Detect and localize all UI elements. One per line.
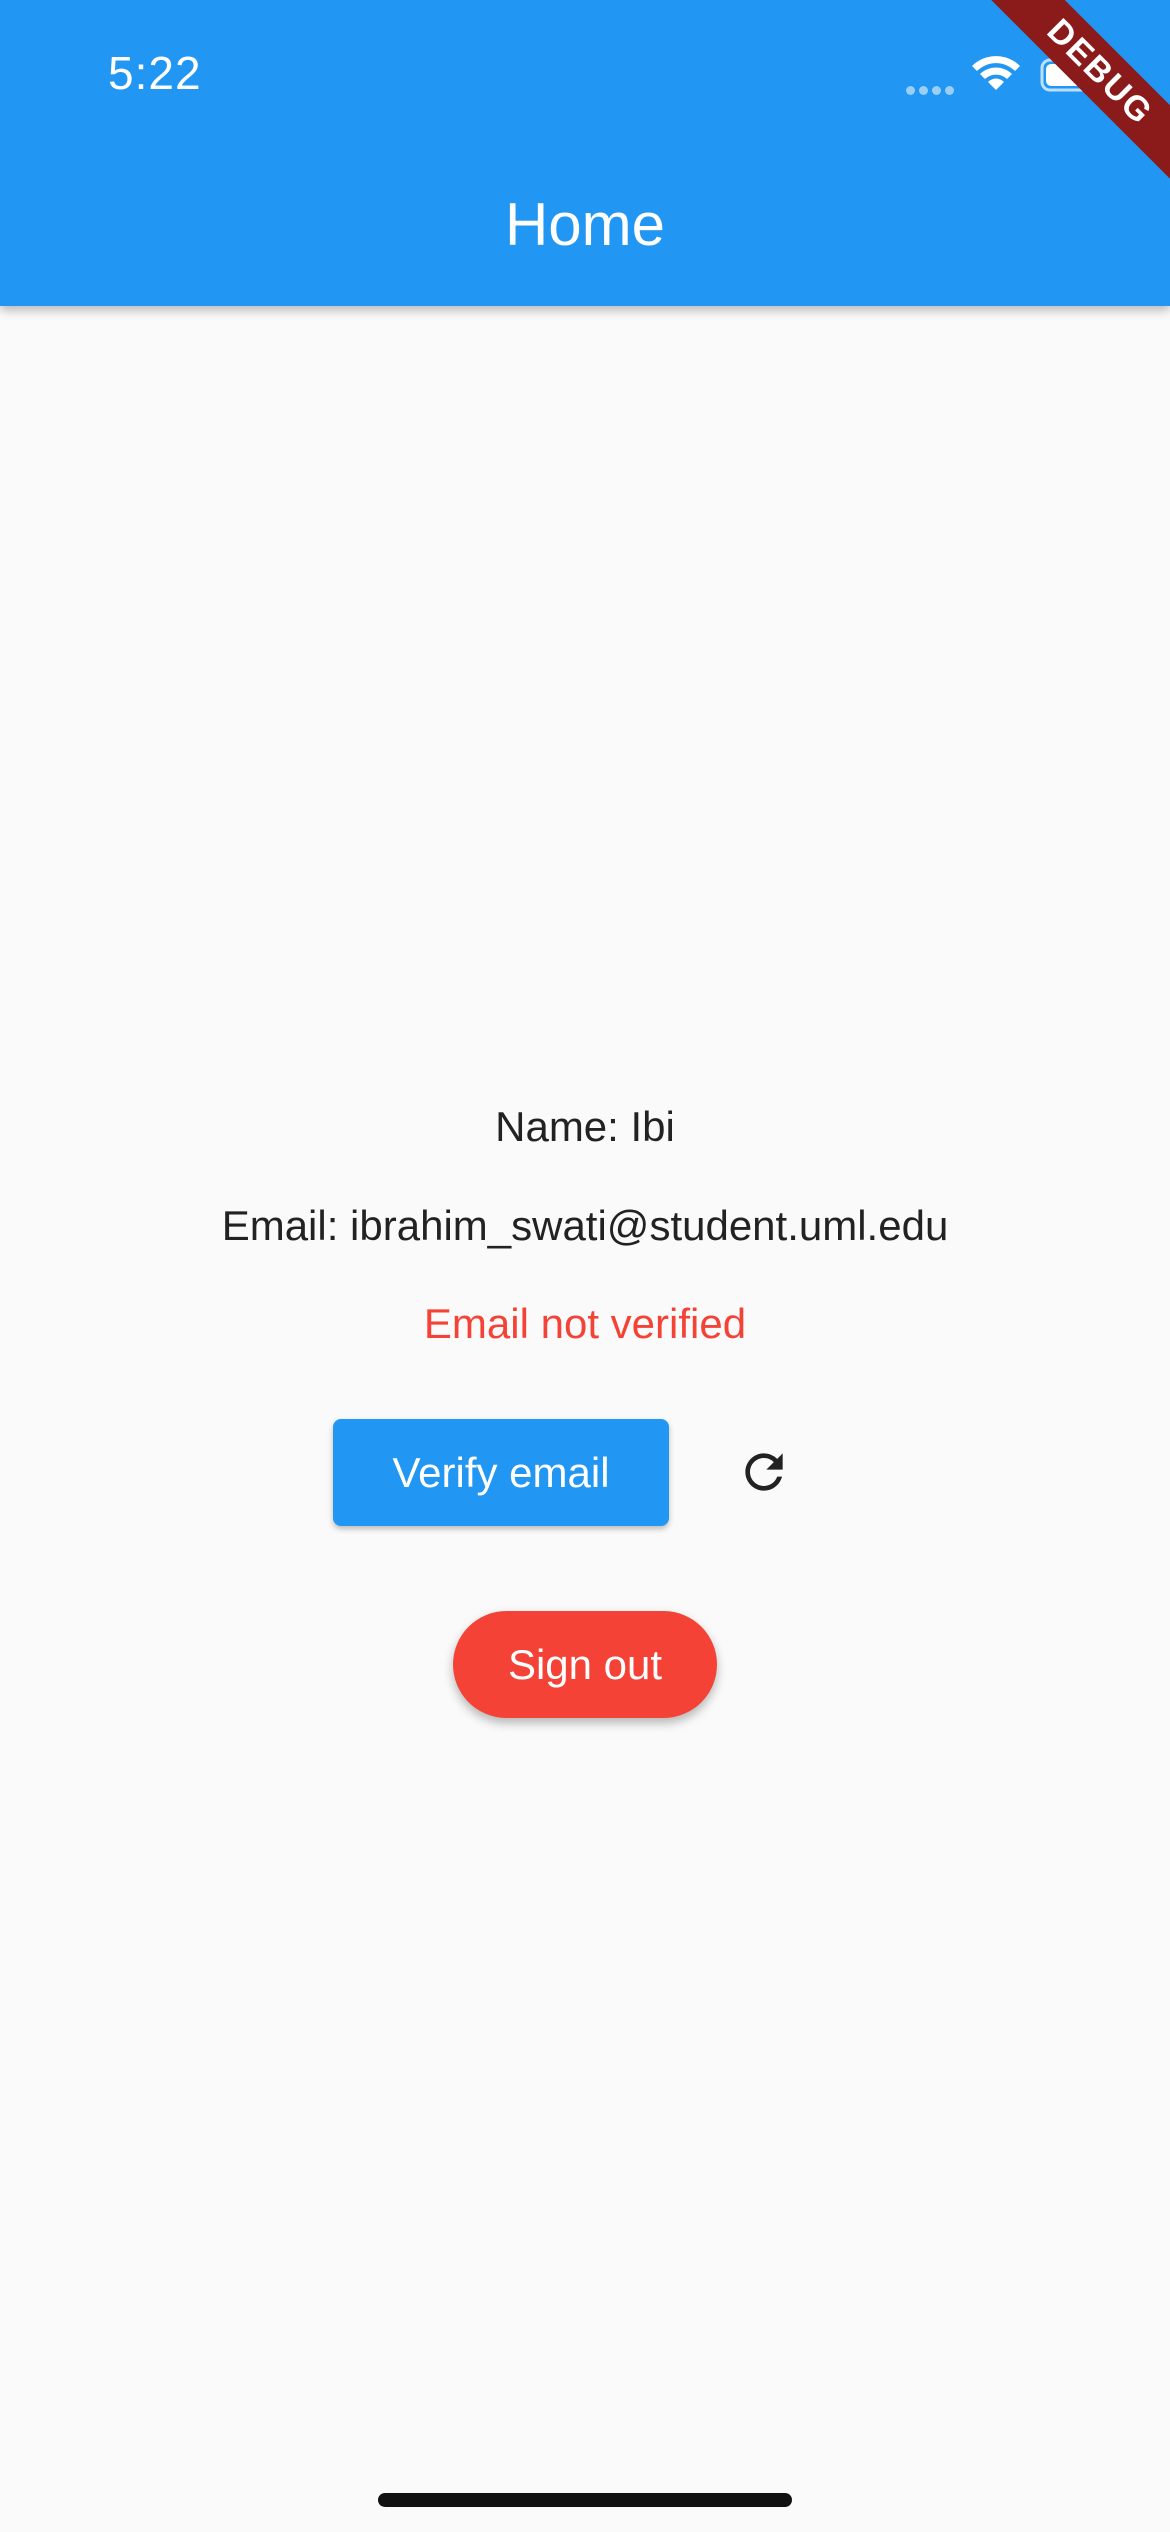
refresh-icon[interactable] — [736, 1444, 792, 1500]
debug-banner: DEBUG — [970, 0, 1170, 200]
sign-out-button[interactable]: Sign out — [453, 1611, 717, 1718]
home-indicator[interactable] — [378, 2493, 792, 2507]
debug-banner-label: DEBUG — [970, 0, 1170, 200]
cellular-signal-icon — [906, 82, 958, 95]
verify-email-button[interactable]: Verify email — [333, 1419, 669, 1526]
status-time: 5:22 — [108, 47, 202, 99]
user-email-text: Email: ibrahim_swati@student.uml.edu — [221, 1202, 949, 1249]
user-name-text: Name: Ibi — [495, 1103, 675, 1150]
email-verification-status: Email not verified — [423, 1300, 747, 1347]
page-title: Home — [504, 191, 666, 258]
